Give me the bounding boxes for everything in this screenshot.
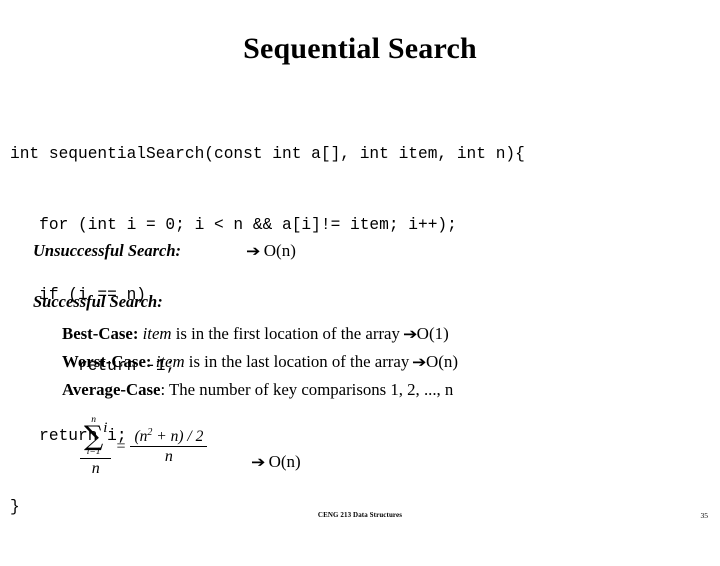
worst-case-text: is in the last location of the array [184,352,414,371]
average-case-text: : The number of key comparisons 1, 2, ..… [160,380,454,399]
best-case-text: is in the first location of the array [171,324,405,343]
fraction-denominator: n [91,459,100,477]
footer-course-label: CENG 213 Data Structures [317,511,403,519]
formula-result-line: ➔ O(n) [251,452,301,472]
summation-group: n ∑ i=1 i [84,415,108,458]
fraction-right: (n2 + n) / 2 n [130,428,208,466]
average-case-formula: n ∑ i=1 i n = (n2 + n) / 2 n [80,415,208,478]
fraction-denominator: n [164,447,173,465]
code-line: for (int i = 0; i < n && a[i]!= item; i+… [10,215,457,234]
unsuccessful-search-label: Unsuccessful Search: [33,241,182,260]
arrow-right-icon: ➔ [412,353,427,371]
footer-page-number: 35 [700,511,709,520]
successful-case-list: Best-Case: item is in the first location… [62,320,702,403]
sigma-icon: ∑ [84,420,104,452]
summand: i [103,420,108,436]
arrow-right-icon: ➔ [403,325,418,343]
formula-complexity: O(n) [268,452,301,471]
numerator-tail: + n) / 2 [152,428,204,446]
best-case-label: Best-Case: [62,324,139,343]
worst-case-label: Worst-Case: [62,352,152,371]
list-item: Average-Case: The number of key comparis… [62,376,702,403]
fraction-numerator: n ∑ i=1 i [80,415,112,459]
best-case-complexity: O(1) [416,324,449,343]
slide-canvas: Sequential Search int sequentialSearch(c… [0,0,720,540]
arrow-right-icon: ➔ [251,453,266,471]
page-title: Sequential Search [243,32,477,65]
list-item: Worst-Case: item is in the last location… [62,348,702,376]
arrow-right-icon: ➔ [246,242,261,260]
best-case-italic-term: item [142,324,172,343]
unsuccessful-search-line: Unsuccessful Search: ➔ O(n) [33,240,693,262]
unsuccessful-complexity: O(n) [263,241,296,260]
summation-lower-limit: i=1 [86,447,101,458]
worst-case-italic-term: item [155,352,185,371]
worst-case-complexity: O(n) [425,352,459,371]
code-line: int sequentialSearch(const int a[], int … [10,145,525,163]
equals-sign: = [116,438,126,456]
summation-symbol: n ∑ i=1 [84,415,104,458]
average-case-label: Average-Case [62,380,161,399]
successful-search-label: Successful Search: [33,292,163,311]
list-item: Best-Case: item is in the first location… [62,320,702,348]
fraction-left: n ∑ i=1 i n [80,415,112,478]
fraction-numerator: (n2 + n) / 2 [130,428,208,447]
